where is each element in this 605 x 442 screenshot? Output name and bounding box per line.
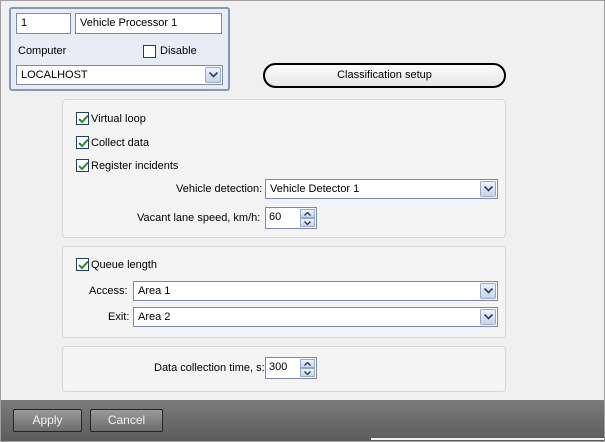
- classification-setup-button[interactable]: Classification setup: [263, 63, 506, 88]
- vehicle-detection-label: Vehicle detection:: [176, 183, 263, 195]
- virtual-loop-label: Virtual loop: [91, 113, 146, 125]
- collection-time-value: 300: [269, 361, 288, 373]
- cancel-button[interactable]: Cancel: [90, 409, 163, 432]
- vacant-speed-value: 60: [269, 211, 282, 223]
- chevron-down-icon[interactable]: [205, 67, 221, 83]
- exit-label: Exit:: [108, 311, 130, 323]
- exit-value: Area 2: [138, 311, 171, 323]
- computer-label: Computer: [18, 45, 67, 57]
- toolbar-divider: [371, 438, 604, 440]
- object-name-value: Vehicle Processor 1: [80, 17, 178, 29]
- computer-select-value: LOCALHOST: [21, 69, 88, 81]
- spin-down-icon[interactable]: [300, 368, 315, 377]
- computer-select[interactable]: LOCALHOST: [16, 65, 223, 85]
- collect-data-checkbox[interactable]: [76, 136, 89, 149]
- chevron-down-icon[interactable]: [480, 309, 496, 325]
- collection-time-spinner[interactable]: 300: [265, 357, 317, 379]
- bottom-toolbar: Apply Cancel: [1, 400, 604, 441]
- object-panel: 1 Vehicle Processor 1 Computer Disable L…: [9, 7, 230, 91]
- object-id-field[interactable]: 1: [16, 13, 71, 34]
- queue-length-label: Queue length: [91, 259, 158, 271]
- virtual-loop-checkbox[interactable]: [76, 112, 89, 125]
- access-select[interactable]: Area 1: [133, 281, 498, 301]
- vacant-speed-label: Vacant lane speed, km/h:: [137, 212, 261, 224]
- spin-down-icon[interactable]: [300, 218, 315, 227]
- check-icon: [78, 161, 89, 171]
- disable-label: Disable: [160, 45, 197, 57]
- check-icon: [78, 114, 89, 124]
- vehicle-detection-value: Vehicle Detector 1: [270, 183, 360, 195]
- collection-time-label: Data collection time, s:: [154, 362, 265, 374]
- object-name-field[interactable]: Vehicle Processor 1: [75, 13, 222, 34]
- collect-data-label: Collect data: [91, 137, 150, 149]
- vacant-speed-spinner[interactable]: 60: [265, 207, 317, 229]
- object-id-value: 1: [21, 17, 28, 29]
- chevron-down-icon[interactable]: [480, 283, 496, 299]
- register-incidents-label: Register incidents: [91, 160, 179, 172]
- register-incidents-checkbox[interactable]: [76, 159, 89, 172]
- check-icon: [78, 260, 89, 270]
- check-icon: [78, 138, 89, 148]
- chevron-down-icon[interactable]: [480, 181, 496, 197]
- vehicle-detection-select[interactable]: Vehicle Detector 1: [265, 179, 498, 199]
- queue-length-checkbox[interactable]: [76, 258, 89, 271]
- spin-up-icon[interactable]: [300, 359, 315, 368]
- apply-button[interactable]: Apply: [13, 409, 82, 432]
- spin-up-icon[interactable]: [300, 209, 315, 218]
- access-label: Access:: [89, 285, 128, 297]
- exit-select[interactable]: Area 2: [133, 307, 498, 327]
- access-value: Area 1: [138, 285, 171, 297]
- disable-checkbox[interactable]: [143, 45, 156, 58]
